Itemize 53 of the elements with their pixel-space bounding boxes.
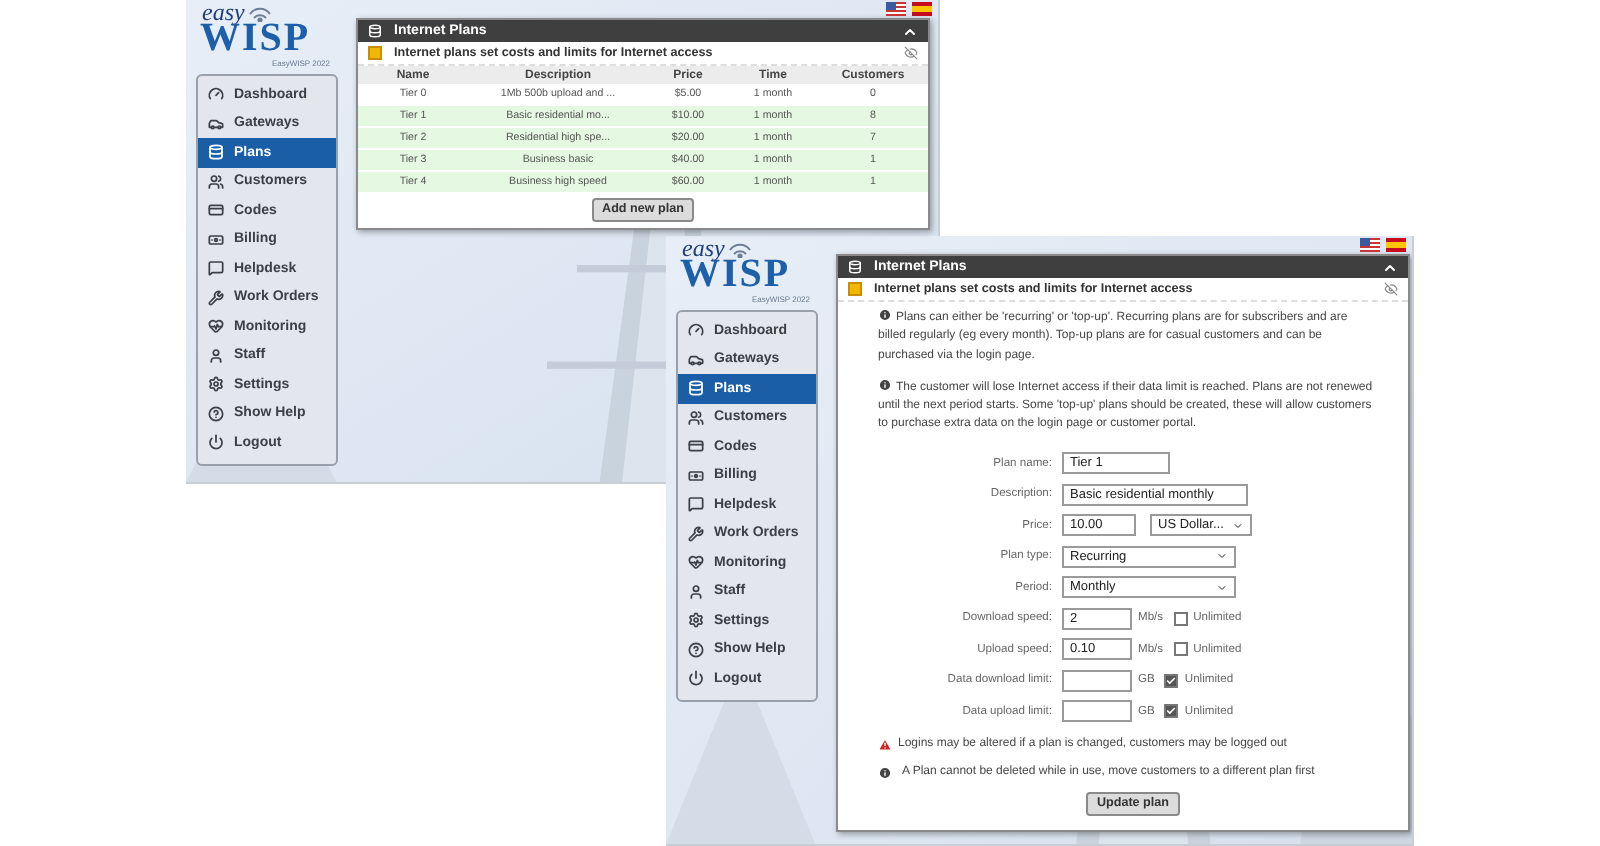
card-icon xyxy=(688,438,704,455)
user-icon xyxy=(688,583,704,600)
card-icon xyxy=(208,202,224,219)
settings-icon xyxy=(688,612,704,629)
logo-script: easy xyxy=(202,0,245,24)
wifi-icon xyxy=(246,2,274,22)
wrench-icon xyxy=(208,289,224,306)
wrench-icon xyxy=(688,525,704,542)
spain-flag-icon[interactable] xyxy=(1386,238,1406,252)
help-icon xyxy=(688,641,704,658)
database-icon xyxy=(688,380,704,397)
checkbox[interactable] xyxy=(1173,642,1188,657)
database-icon xyxy=(848,260,862,274)
collapse-icon[interactable] xyxy=(902,23,918,39)
gauge-icon xyxy=(688,322,704,339)
chevron-down-icon xyxy=(1216,550,1228,563)
logo-script: easy xyxy=(682,236,725,260)
info-icon xyxy=(878,377,892,392)
info-icon xyxy=(878,766,892,781)
heart-pulse-icon xyxy=(688,554,704,571)
users-icon xyxy=(208,173,224,190)
info-icon xyxy=(878,308,892,322)
help-icon xyxy=(208,405,224,422)
banknote-icon xyxy=(208,231,224,248)
eye-off-icon[interactable] xyxy=(1384,282,1398,296)
us-flag-icon[interactable] xyxy=(1360,238,1380,252)
spain-flag-icon[interactable] xyxy=(912,2,932,16)
power-icon xyxy=(208,434,224,451)
settings-icon xyxy=(208,376,224,393)
car-icon xyxy=(688,351,704,368)
warning-icon xyxy=(878,738,892,753)
eye-off-icon[interactable] xyxy=(904,46,918,60)
power-icon xyxy=(688,670,704,687)
message-icon xyxy=(688,496,704,513)
user-icon xyxy=(208,347,224,364)
car-icon xyxy=(208,115,224,132)
wifi-icon xyxy=(726,238,754,258)
us-flag-icon[interactable] xyxy=(886,2,906,16)
collapse-icon[interactable] xyxy=(1382,259,1398,275)
chevron-down-icon xyxy=(1216,581,1228,594)
message-icon xyxy=(208,260,224,277)
gauge-icon xyxy=(208,86,224,103)
limit-field[interactable] xyxy=(1062,669,1132,692)
database-icon xyxy=(208,144,224,161)
checkbox[interactable] xyxy=(1164,704,1179,719)
heart-pulse-icon xyxy=(208,318,224,335)
limit-field[interactable] xyxy=(1062,700,1132,723)
checkbox[interactable] xyxy=(1164,673,1179,688)
checkbox[interactable] xyxy=(1173,611,1188,626)
database-icon xyxy=(368,24,382,38)
chevron-down-icon xyxy=(1232,519,1244,532)
banknote-icon xyxy=(688,467,704,484)
users-icon xyxy=(688,409,704,426)
